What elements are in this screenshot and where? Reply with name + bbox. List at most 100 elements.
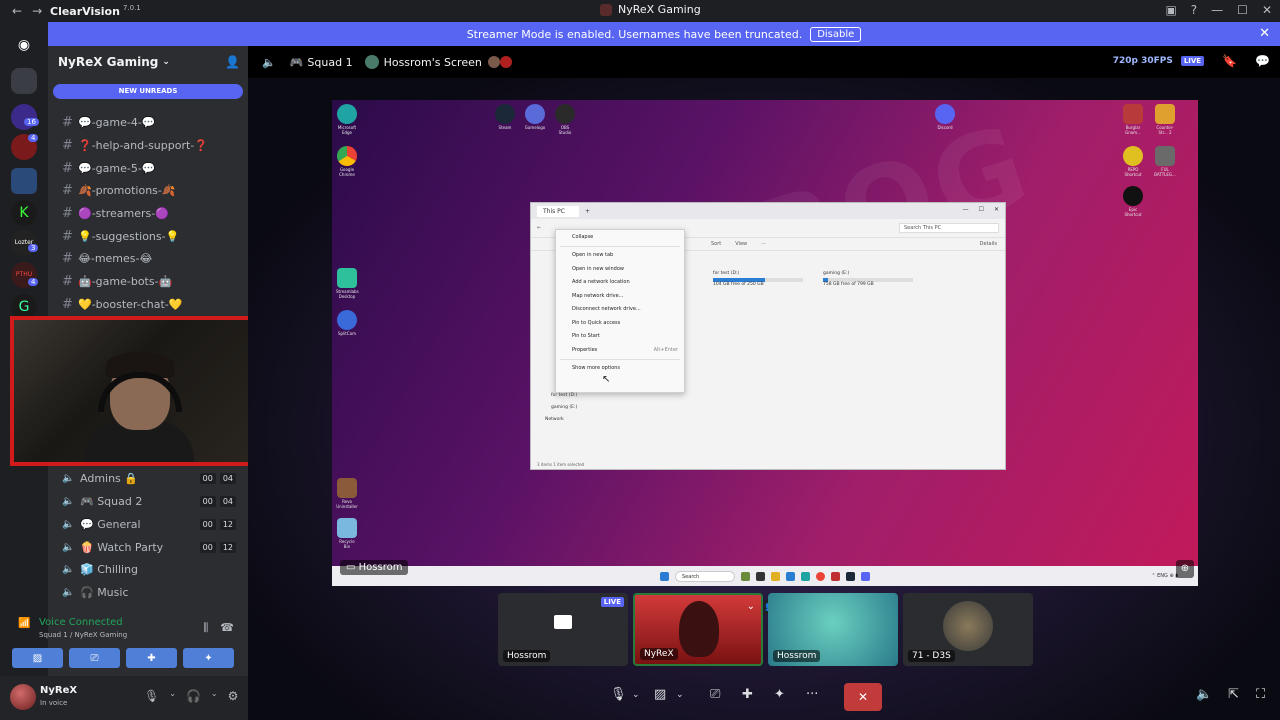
search-input[interactable]: Search This PC xyxy=(899,223,999,233)
server-icon-2[interactable] xyxy=(11,104,37,130)
menu-item[interactable]: Add a network location xyxy=(556,276,684,290)
more-icon[interactable]: ··· xyxy=(806,687,818,702)
menu-item[interactable]: Open in new window xyxy=(556,262,684,276)
menu-item[interactable]: Open in new tab xyxy=(556,249,684,263)
gear-icon[interactable]: ⚙ xyxy=(228,689,239,703)
add-user-icon[interactable]: 👤 xyxy=(225,55,240,69)
back-arrow-icon[interactable]: ← xyxy=(12,4,22,18)
desktop-icon[interactable]: Revo Uninstaller xyxy=(336,478,358,509)
headphones-icon[interactable]: 🎧 xyxy=(186,689,201,703)
server-icon-6[interactable]: Lozter xyxy=(11,230,37,256)
menu-item[interactable]: Show more options xyxy=(556,362,684,376)
server-icon-4[interactable] xyxy=(11,168,37,194)
voice-channel-item[interactable]: 🔈 🧊 Chilling xyxy=(62,559,242,579)
voice-status[interactable]: Voice Connected xyxy=(39,617,123,628)
menu-item[interactable]: Properties Alt+Enter xyxy=(556,343,684,357)
minimize-icon[interactable]: — xyxy=(963,206,969,213)
soundboard-button[interactable]: ✦ xyxy=(183,648,234,668)
desktop-icon[interactable]: OBS Studio xyxy=(554,104,576,135)
microphone-icon[interactable]: 🎙 xyxy=(144,689,159,703)
guild-header[interactable]: NyReX Gaming ⌄ 👤 xyxy=(48,46,248,78)
discord-home-icon[interactable]: ◉ xyxy=(11,32,37,58)
discord-icon[interactable] xyxy=(861,571,870,581)
nav-item[interactable]: for test (D:) xyxy=(551,393,577,398)
sort-button[interactable]: Sort xyxy=(711,241,721,247)
back-arrow-icon[interactable]: ← xyxy=(537,225,541,231)
desktop-icon[interactable]: Epic Shortcut xyxy=(1122,186,1144,217)
nav-item[interactable]: gaming (E:) xyxy=(551,405,577,410)
channel-item[interactable]: # 💡-suggestions-💡 xyxy=(62,226,179,246)
taskbar-app-icon[interactable] xyxy=(786,571,795,581)
microphone-icon[interactable]: 🎙 xyxy=(610,687,627,702)
desktop-icon[interactable]: REPO Shortcut xyxy=(1122,146,1144,177)
taskbar-app-icon[interactable] xyxy=(741,571,750,581)
view-button[interactable]: View xyxy=(735,241,747,247)
fullscreen-icon[interactable]: ⛶ xyxy=(1256,687,1265,702)
voice-channel-item[interactable]: 🔈 Admins 🔒 00 04 xyxy=(62,468,242,488)
maximize-icon[interactable]: ☐ xyxy=(1237,3,1248,17)
nav-item[interactable]: Network xyxy=(545,417,577,422)
server-icon-5[interactable]: K xyxy=(11,200,37,226)
drive-item[interactable]: for test (D:) 104 GB free of 250 GB xyxy=(713,271,803,293)
disconnect-icon[interactable]: ☎ xyxy=(220,621,234,635)
pop-out-icon[interactable]: ⇱ xyxy=(1228,687,1239,702)
desktop-icon[interactable]: Steam xyxy=(494,104,516,130)
taskbar-app-icon[interactable] xyxy=(756,571,765,581)
steam-icon[interactable] xyxy=(846,571,855,581)
chrome-icon[interactable] xyxy=(816,571,825,581)
channel-item[interactable]: # 😂-memes-😂 xyxy=(62,248,152,268)
file-explorer-icon[interactable] xyxy=(771,571,780,581)
stop-stream-button[interactable]: ✕ xyxy=(844,683,882,711)
channel-item[interactable]: # 🤖-game-bots-🤖 xyxy=(62,271,172,291)
inbox-icon[interactable]: ▣ xyxy=(1165,3,1176,17)
new-tab-icon[interactable]: + xyxy=(585,208,590,215)
share-screen-icon[interactable]: ⎚ xyxy=(710,687,720,702)
desktop-icon[interactable]: Microsoft Edge xyxy=(336,104,358,135)
server-icon-1[interactable] xyxy=(11,68,37,94)
new-unreads-pill[interactable]: NEW UNREADS xyxy=(53,84,243,99)
desktop-icon[interactable]: FUL BATTLEG... xyxy=(1154,146,1176,177)
chevron-down-icon[interactable]: ⌄ xyxy=(169,689,176,703)
desktop-icon[interactable]: Counter-Str... 2 xyxy=(1154,104,1176,135)
camera-off-icon[interactable]: ▨ xyxy=(654,687,666,702)
taskbar-search[interactable]: Search xyxy=(675,570,735,582)
voice-channel-item[interactable]: 🔈 🍿 Watch Party 00 12 xyxy=(62,537,242,557)
help-icon[interactable]: ? xyxy=(1191,3,1197,17)
participant-tile[interactable]: 71 - D3S xyxy=(903,593,1033,666)
menu-item[interactable]: Pin to Quick access xyxy=(556,316,684,330)
desktop-icon[interactable]: SplitCam xyxy=(336,310,358,336)
bookmark-icon[interactable]: 🔖 xyxy=(1222,54,1237,68)
close-window-icon[interactable]: ✕ xyxy=(994,206,999,213)
desktop-icon[interactable]: Recycle Bin xyxy=(336,518,358,549)
noise-suppression-icon[interactable]: ⫼ xyxy=(203,621,208,635)
share-screen-button[interactable]: ⎚ xyxy=(69,648,120,668)
menu-item[interactable]: Disconnect network drive... xyxy=(556,303,684,317)
participant-tile[interactable]: LIVE Hossrom xyxy=(498,593,628,666)
forward-arrow-icon[interactable]: → xyxy=(32,4,42,18)
channel-item[interactable]: # 💛-booster-chat-💛 xyxy=(62,294,182,314)
close-banner-icon[interactable]: ✕ xyxy=(1259,26,1270,41)
soundboard-icon[interactable]: ✦ xyxy=(774,687,785,702)
taskbar-app-icon[interactable] xyxy=(831,571,840,581)
explorer-tab[interactable]: This PC xyxy=(537,205,579,217)
details-button[interactable]: Details xyxy=(980,241,997,247)
desktop-icon[interactable]: Gamelogo xyxy=(524,104,546,130)
disable-button[interactable]: Disable xyxy=(810,26,862,42)
shared-screen[interactable]: ROG Microsoft Edge Google Chrome Streaml… xyxy=(332,100,1198,586)
menu-item[interactable]: Collapse xyxy=(556,230,684,244)
voice-channel-item[interactable]: 🔈 🎮 Squad 2 00 04 xyxy=(62,491,242,511)
participant-tile[interactable]: Hossrom xyxy=(768,593,898,666)
chevron-down-icon[interactable]: ⌄ xyxy=(632,690,640,700)
close-window-icon[interactable]: ✕ xyxy=(1262,3,1272,17)
more-icon[interactable]: ··· xyxy=(761,241,766,247)
maximize-icon[interactable]: ☐ xyxy=(979,206,984,213)
desktop-icon[interactable]: Google Chrome xyxy=(336,146,358,177)
chat-bubble-icon[interactable]: 💬 xyxy=(1255,54,1270,68)
activities-icon[interactable]: ✚ xyxy=(742,687,753,702)
drive-item[interactable]: gaming (E:) 758 GB free of 799 GB xyxy=(823,271,913,293)
file-explorer-window[interactable]: This PC + — ☐ ✕ ← Search This PC Sort View… xyxy=(530,202,1006,470)
desktop-icon[interactable]: Streamlabs Desktop xyxy=(336,268,359,299)
channel-item[interactable]: # 💬-game-5-💬 xyxy=(62,158,156,178)
edge-icon[interactable] xyxy=(801,571,810,581)
camera-off-button[interactable]: ▨ xyxy=(12,648,63,668)
